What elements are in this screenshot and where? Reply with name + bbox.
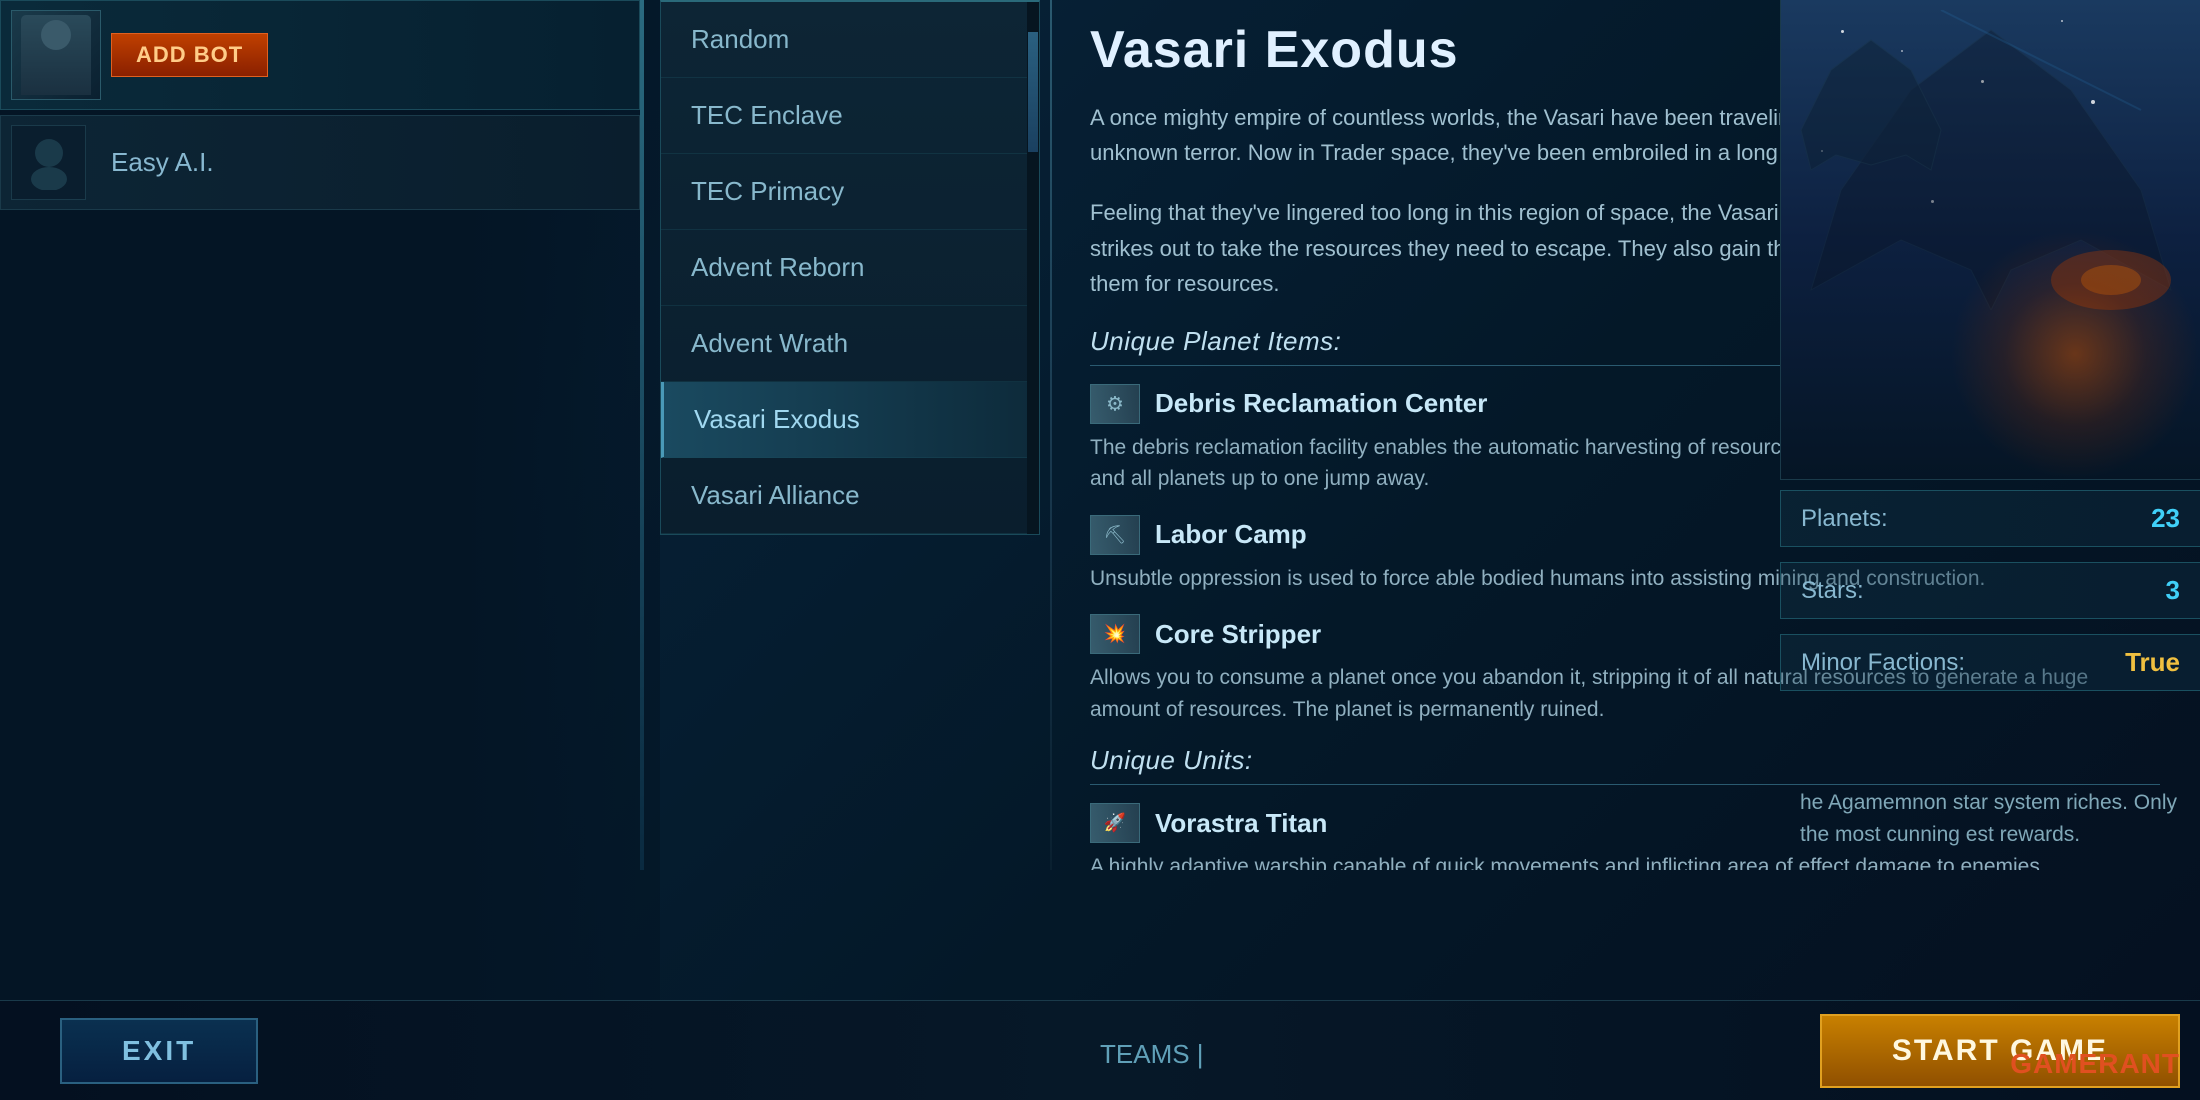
ai-avatar <box>11 125 86 200</box>
faction-item-tec-enclave[interactable]: TEC Enclave <box>661 78 1039 154</box>
faction-item-random[interactable]: Random <box>661 2 1039 78</box>
player-avatar <box>11 10 101 100</box>
planets-value: 23 <box>2151 503 2180 534</box>
core-stripper-name: Core Stripper <box>1155 619 1321 650</box>
core-stripper-icon <box>1090 614 1140 654</box>
panel-divider <box>640 0 644 870</box>
stars-label: Stars: <box>1801 577 2166 605</box>
faction-item-tec-primacy[interactable]: TEC Primacy <box>661 154 1039 230</box>
vorastra-icon <box>1090 803 1140 843</box>
right-panel: Planets: 23 Stars: 3 Minor Factions: Tru… <box>1780 0 2200 1100</box>
faction-scrollbar[interactable] <box>1027 2 1039 534</box>
debris-reclamation-icon <box>1090 384 1140 424</box>
stars-value: 3 <box>2166 575 2180 606</box>
minor-factions-value: True <box>2125 647 2180 678</box>
map-description: he Agamemnon star system riches. Only th… <box>1780 767 2200 870</box>
exit-button[interactable]: EXIT <box>60 1018 258 1084</box>
planets-label: Planets: <box>1801 505 2151 533</box>
ai-avatar-icon <box>24 135 74 190</box>
faction-item-advent-wrath[interactable]: Advent Wrath <box>661 306 1039 382</box>
planets-stat: Planets: 23 <box>1780 490 2200 547</box>
labor-camp-icon <box>1090 515 1140 555</box>
bottom-bar: EXIT TEAMS | START GAME GAMERANT <box>0 1000 2200 1100</box>
labor-camp-name: Labor Camp <box>1155 519 1307 550</box>
space-preview <box>1780 0 2200 480</box>
faction-item-vasari-exodus[interactable]: Vasari Exodus <box>661 382 1039 458</box>
gamerant-text: GAMERANT <box>2010 1048 2180 1079</box>
faction-item-vasari-alliance[interactable]: Vasari Alliance <box>661 458 1039 534</box>
map-stats-panel: Planets: 23 Stars: 3 Minor Factions: Tru… <box>1780 490 2200 706</box>
teams-label: TEAMS | <box>1100 1039 1204 1070</box>
avatar-figure <box>21 15 91 95</box>
player-slot: ADD BOT <box>0 0 640 110</box>
engine-glow <box>1950 229 2200 479</box>
minor-factions-stat: Minor Factions: True <box>1780 634 2200 691</box>
add-bot-button[interactable]: ADD BOT <box>111 33 268 77</box>
debris-reclamation-name: Debris Reclamation Center <box>1155 388 1487 419</box>
ai-slot: Easy A.I. <box>0 115 640 210</box>
stars-stat: Stars: 3 <box>1780 562 2200 619</box>
minor-factions-label: Minor Factions: <box>1801 649 2125 677</box>
faction-item-advent-reborn[interactable]: Advent Reborn <box>661 230 1039 306</box>
ai-label: Easy A.I. <box>111 147 214 178</box>
gamerant-logo: GAMERANT <box>2010 1048 2180 1080</box>
faction-scroll-thumb <box>1028 32 1038 152</box>
faction-dropdown: Random TEC Enclave TEC Primacy Advent Re… <box>660 0 1040 535</box>
vorastra-name: Vorastra Titan <box>1155 808 1327 839</box>
